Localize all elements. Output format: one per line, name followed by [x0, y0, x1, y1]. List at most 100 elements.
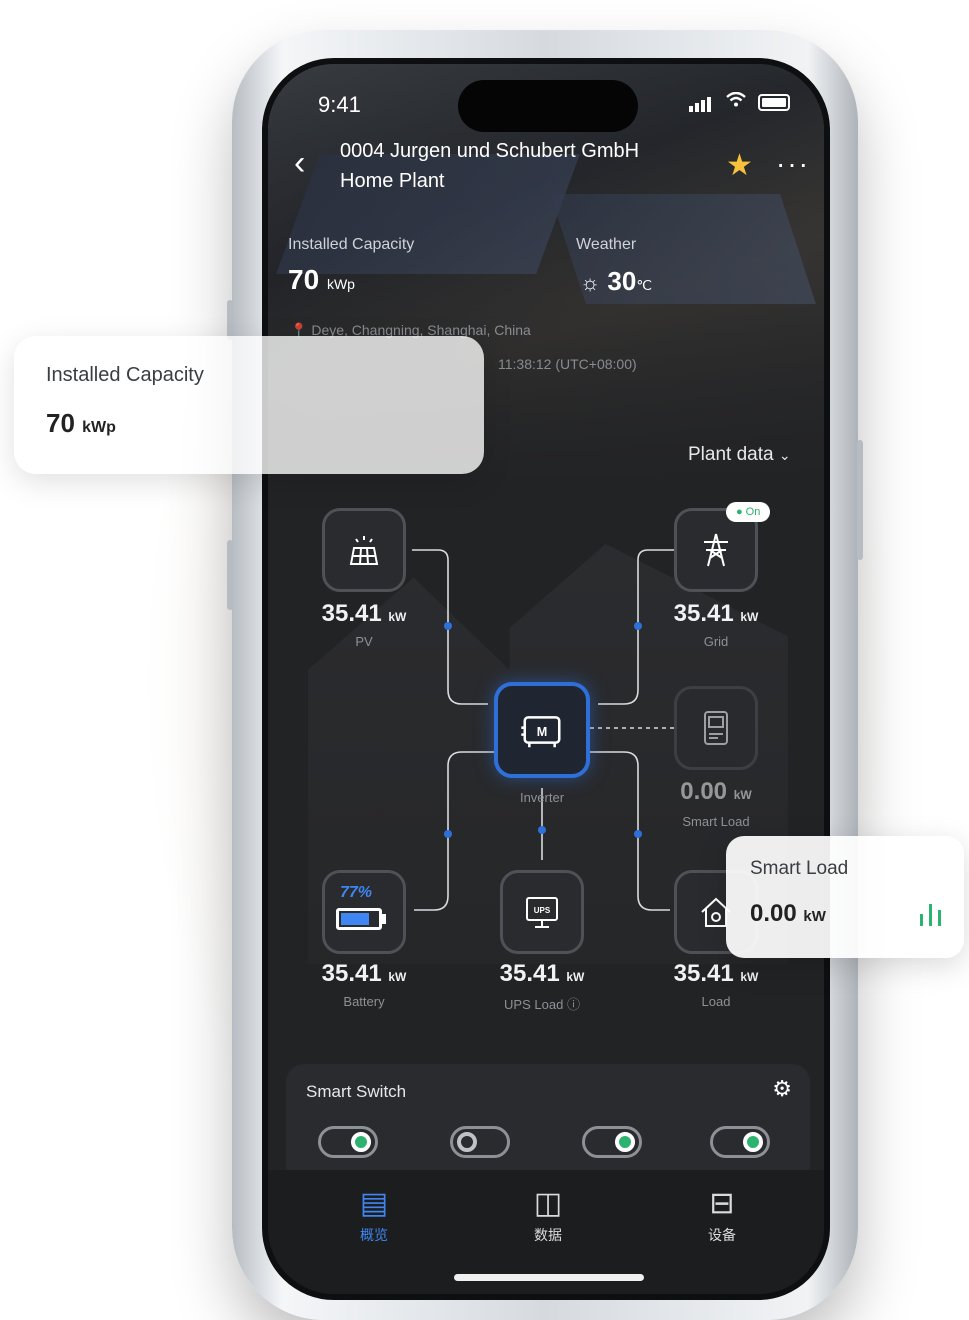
bar-chart-icon[interactable]	[918, 900, 944, 928]
grid-number: 35.41	[673, 600, 734, 627]
smart-load-card-number: 0.00	[750, 900, 797, 927]
smart-switch-toggle-4[interactable]	[710, 1126, 770, 1158]
inverter-icon: M	[521, 716, 561, 748]
smart-switch-toggle-1[interactable]	[318, 1126, 378, 1158]
battery-node[interactable]: 77%	[322, 870, 406, 954]
grid-on-badge: On	[726, 502, 771, 522]
smart-load-card: Smart Load 0.00 kW	[726, 836, 964, 958]
battery-icon: 77%	[336, 884, 392, 940]
battery-body	[336, 908, 382, 930]
weather-label: Weather	[576, 236, 637, 253]
info-icon[interactable]: ⓘ	[567, 997, 580, 1012]
ups-unit: kW	[566, 970, 585, 984]
smart-load-unit: kW	[733, 788, 752, 802]
smart-load-label: Smart Load	[682, 814, 750, 829]
smart-load-number: 0.00	[680, 778, 728, 805]
load-unit: kW	[740, 970, 759, 984]
sun-icon: ☼	[580, 270, 601, 295]
temperature-number: 30	[607, 266, 637, 296]
capacity-card-unit: kWp	[82, 419, 116, 436]
load-label: Load	[701, 994, 731, 1009]
smart-load-card-title: Smart Load	[750, 858, 849, 879]
local-time-row: 11:38:12 (UTC+08:00)	[498, 356, 637, 372]
tab-overview[interactable]: ▤ 概览	[334, 1186, 414, 1245]
data-icon: ◫	[533, 1187, 563, 1220]
tab-overview-label: 概览	[360, 1227, 388, 1243]
tab-data[interactable]: ◫ 数据	[508, 1186, 588, 1245]
smart-switch-panel: Smart Switch ⚙	[286, 1064, 810, 1184]
toggle-knob	[615, 1132, 635, 1152]
tab-device-label: 设备	[708, 1227, 736, 1243]
toggle-knob	[351, 1132, 371, 1152]
plant-name: 0004 Jurgen und Schubert GmbH	[340, 140, 640, 162]
favorite-star-icon[interactable]: ★	[726, 148, 753, 183]
installed-capacity-card: Installed Capacity 70 kWp	[14, 336, 484, 474]
sliders-icon[interactable]: ⚙	[772, 1076, 792, 1102]
ups-number: 35.41	[499, 960, 560, 987]
temperature-unit: ℃	[636, 277, 653, 293]
smart-load-card-value: 0.00 kW	[750, 900, 826, 928]
overview-icon: ▤	[359, 1187, 389, 1220]
back-arrow-icon[interactable]: ‹	[294, 146, 305, 180]
capacity-unit: kWp	[326, 276, 355, 292]
local-time-text: 11:38:12 (UTC+08:00)	[498, 356, 637, 372]
battery-status-icon	[758, 94, 790, 112]
battery-label: Battery	[343, 994, 385, 1009]
phone-volume-button	[227, 540, 233, 610]
load-value: 35.41 kW	[651, 960, 781, 988]
power-tower-icon	[704, 533, 728, 567]
smart-switch-toggle-3[interactable]	[582, 1126, 642, 1158]
smart-switch-toggle-2[interactable]	[450, 1126, 510, 1158]
home-indicator	[454, 1274, 644, 1281]
installed-capacity-value: 70 kWp	[288, 264, 355, 296]
pv-node[interactable]	[322, 508, 406, 592]
phone-power-button	[857, 440, 863, 560]
capacity-card-value: 70 kWp	[46, 408, 116, 439]
smart-load-value: 0.00 kW	[651, 778, 781, 806]
more-options-icon[interactable]: ···	[776, 148, 810, 180]
status-time: 9:41	[318, 92, 361, 117]
solar-panel-icon	[349, 536, 379, 565]
pv-value: 35.41 kW	[299, 600, 429, 628]
battery-terminal	[382, 914, 386, 924]
plant-type: Home Plant	[340, 170, 445, 192]
smart-meter-icon	[704, 711, 728, 745]
phone-side-button	[227, 300, 233, 340]
device-icon: ⊟	[709, 1187, 735, 1220]
inverter-node[interactable]: M	[494, 682, 590, 778]
inverter-icon-text: M	[537, 725, 548, 739]
ups-label: UPS Load ⓘ	[477, 994, 607, 1013]
smart-load-node[interactable]	[674, 686, 758, 770]
capacity-card-number: 70	[46, 408, 75, 438]
battery-value: 35.41 kW	[299, 960, 429, 988]
plant-data-dropdown[interactable]: Plant data ⌄	[688, 444, 791, 466]
battery-soc: 77%	[340, 884, 373, 901]
grid-label: Grid	[703, 634, 729, 649]
chevron-down-icon: ⌄	[778, 447, 791, 463]
grid-value: 35.41 kW	[651, 600, 781, 628]
weather-value: ☼ 30℃	[580, 266, 652, 297]
smart-switch-title: Smart Switch	[306, 1082, 407, 1101]
pv-label: PV	[355, 634, 373, 649]
tab-data-label: 数据	[534, 1227, 562, 1243]
plant-title: 0004 Jurgen und Schubert GmbH Home Plant	[340, 136, 680, 196]
ups-icon-text: UPS	[534, 906, 551, 915]
signal-icon	[689, 94, 713, 112]
ups-node[interactable]: UPS	[500, 870, 584, 954]
inverter-label: Inverter	[519, 790, 565, 805]
pv-number: 35.41	[321, 600, 382, 627]
ups-value: 35.41 kW	[477, 960, 607, 988]
pv-unit: kW	[388, 610, 407, 624]
status-icons	[689, 91, 790, 112]
app-screen: 9:41 ‹ 0004 Jurgen und Schubert GmbH Hom…	[262, 58, 830, 1300]
battery-number: 35.41	[321, 960, 382, 987]
toggle-knob	[457, 1132, 477, 1152]
battery-unit: kW	[388, 970, 407, 984]
capacity-card-title: Installed Capacity	[46, 364, 204, 386]
toggle-knob	[743, 1132, 763, 1152]
ups-monitor-icon: UPS	[526, 897, 558, 928]
smart-load-card-unit: kW	[803, 908, 826, 925]
ups-label-text: UPS Load	[504, 997, 564, 1012]
tab-device[interactable]: ⊟ 设备	[682, 1186, 762, 1245]
capacity-number: 70	[288, 264, 320, 295]
